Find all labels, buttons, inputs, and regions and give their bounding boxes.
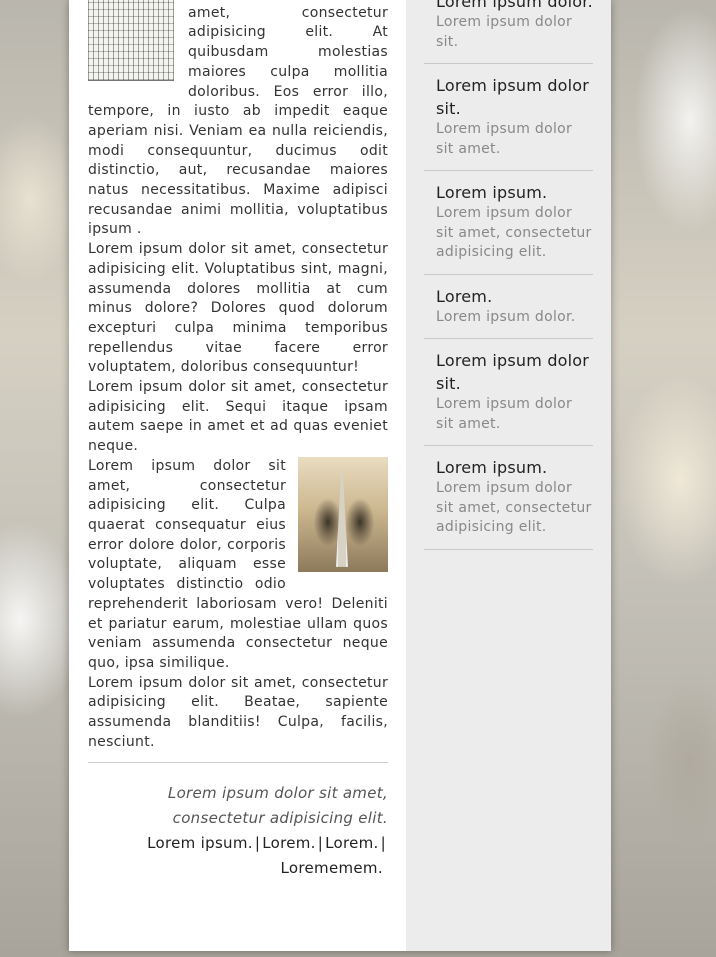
sidebar-item-title: Lorem. bbox=[436, 286, 493, 306]
sidebar: Lorem ipsum dolor. Lorem ipsum dolor sit… bbox=[406, 0, 611, 951]
main-content: Lorem ipsum dolor sit amet, consectetur … bbox=[88, 0, 388, 951]
article-paragraph: Lorem ipsum dolor sit amet, consectetur … bbox=[88, 456, 388, 671]
footer-separator: | bbox=[317, 834, 324, 853]
footer-link[interactable]: Lorememem. bbox=[281, 859, 383, 877]
footer-quote-line: Lorem ipsum dolor sit amet, bbox=[167, 784, 388, 803]
sidebar-item-desc: Lorem ipsum dolor sit amet, consectetur … bbox=[436, 480, 592, 535]
sidebar-item-title: Lorem ipsum. bbox=[436, 458, 548, 477]
footer: Lorem ipsum dolor sit amet, consectetur … bbox=[88, 763, 388, 881]
sidebar-item-desc: Lorem ipsum dolor sit amet. bbox=[436, 396, 573, 432]
sidebar-list: Lorem ipsum dolor. Lorem ipsum dolor sit… bbox=[424, 0, 593, 550]
footer-link[interactable]: Lorem. bbox=[262, 834, 316, 852]
footer-links: Lorem ipsum. | Lorem. | Lorem. | bbox=[88, 831, 388, 856]
sidebar-item[interactable]: Lorem ipsum. Lorem ipsum dolor sit amet,… bbox=[424, 171, 593, 275]
page-container: Lorem ipsum dolor sit amet, consectetur … bbox=[69, 0, 611, 951]
footer-quote-line: consectetur adipisicing elit. bbox=[172, 809, 388, 828]
article-paragraph: Lorem ipsum dolor sit amet, consectetur … bbox=[88, 0, 388, 240]
sidebar-item[interactable]: Lorem ipsum. Lorem ipsum dolor sit amet,… bbox=[424, 446, 593, 550]
sidebar-item-title: Lorem ipsum dolor sit. bbox=[436, 76, 590, 118]
sidebar-item[interactable]: Lorem ipsum dolor sit. Lorem ipsum dolor… bbox=[424, 64, 593, 171]
sidebar-item-desc: Lorem ipsum dolor. bbox=[436, 308, 576, 325]
sidebar-item-title: Lorem ipsum. bbox=[436, 183, 548, 202]
footer-separator: | bbox=[254, 834, 261, 853]
technical-drawing-image bbox=[88, 0, 174, 81]
sidebar-item[interactable]: Lorem ipsum dolor sit. Lorem ipsum dolor… bbox=[424, 339, 593, 446]
footer-quote: Lorem ipsum dolor sit amet, consectetur … bbox=[88, 781, 388, 831]
article-paragraph: Lorem ipsum dolor sit amet, consectetur … bbox=[88, 674, 388, 750]
sidebar-item-desc: Lorem ipsum dolor sit amet, consectetur … bbox=[436, 205, 592, 260]
sidebar-item-title: Lorem ipsum dolor. bbox=[436, 0, 593, 11]
article-paragraph: Lorem ipsum dolor sit amet, consectetur … bbox=[88, 241, 388, 376]
sidebar-item[interactable]: Lorem ipsum dolor. Lorem ipsum dolor sit… bbox=[424, 0, 593, 64]
sidebar-item[interactable]: Lorem. Lorem ipsum dolor. bbox=[424, 275, 593, 339]
sidebar-item-desc: Lorem ipsum dolor sit amet. bbox=[436, 121, 573, 157]
footer-link[interactable]: Lorem. bbox=[325, 834, 379, 852]
sidebar-item-title: Lorem ipsum dolor sit. bbox=[436, 351, 590, 393]
article-paragraph: Lorem ipsum dolor sit amet, consectetur … bbox=[88, 379, 388, 455]
footer-separator: | bbox=[380, 834, 386, 853]
sidebar-item-desc: Lorem ipsum dolor sit. bbox=[436, 14, 573, 50]
footer-link[interactable]: Lorem ipsum. bbox=[147, 834, 253, 852]
footer-links-row2: Lorememem. bbox=[88, 856, 388, 881]
steampunk-tower-image bbox=[298, 456, 388, 572]
